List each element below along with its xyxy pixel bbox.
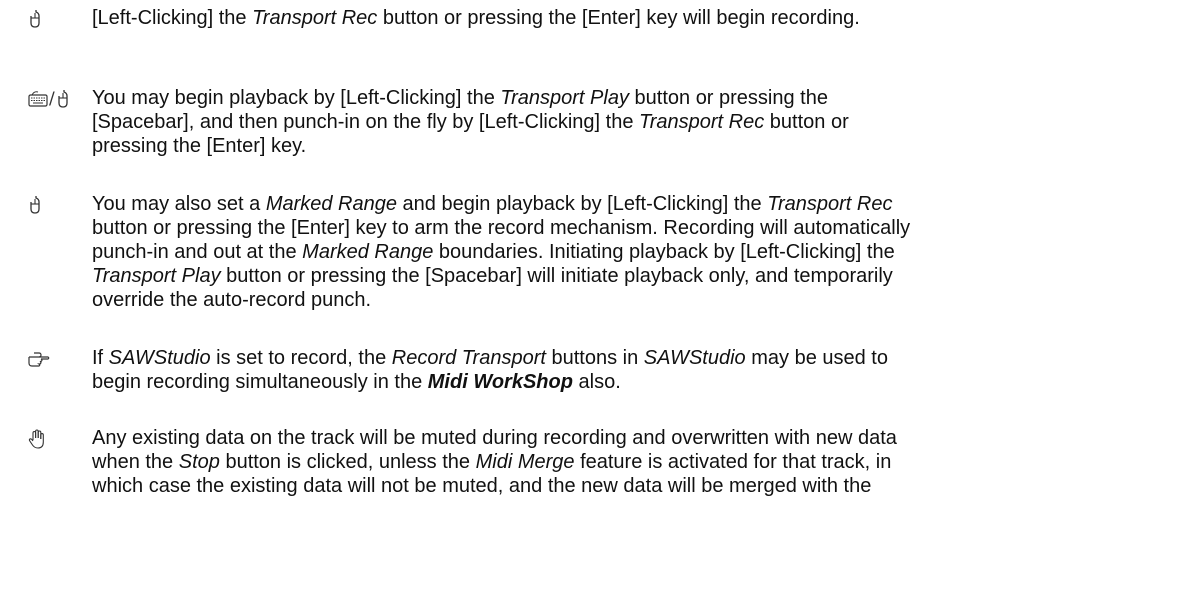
text-line: [Left-Clicking] the Transport Rec button… [92, 7, 860, 29]
keyboard-icon [28, 90, 48, 108]
text-line: [Spacebar], and then punch-in on the fly… [92, 111, 849, 133]
paragraph-text: If SAWStudio is set to record, the Recor… [92, 346, 1182, 394]
keyboard-mouse-icons: / [28, 88, 70, 110]
text-line: You may also set a Marked Range and begi… [92, 193, 893, 215]
mouse-icon [56, 89, 70, 109]
text-line: override the auto-record punch. [92, 289, 372, 311]
paragraph-text: Any existing data on the track will be m… [92, 426, 1182, 498]
text-line: begin recording simultaneously in the Mi… [92, 371, 621, 393]
mouse-icon [28, 8, 42, 30]
mouse-icon [28, 194, 42, 216]
text-line: Any existing data on the track will be m… [92, 427, 897, 449]
paragraph-text: [Left-Clicking] the Transport Rec button… [92, 6, 1182, 30]
text-line: If SAWStudio is set to record, the Recor… [92, 347, 888, 369]
pointing-hand-icon [28, 348, 50, 370]
text-line: Transport Play button or pressing the [S… [92, 265, 893, 287]
paragraph-text: You may begin playback by [Left-Clicking… [92, 86, 1182, 158]
text-line: when the Stop button is clicked, unless … [92, 451, 892, 473]
icon-separator: / [49, 89, 55, 109]
text-line: You may begin playback by [Left-Clicking… [92, 87, 828, 109]
paragraph-text: You may also set a Marked Range and begi… [92, 192, 1182, 312]
text-line: punch-in and out at the Marked Range bou… [92, 241, 895, 263]
text-line: button or pressing the [Enter] key to ar… [92, 217, 911, 239]
text-line: pressing the [Enter] key. [92, 135, 307, 157]
manual-page: [Left-Clicking] the Transport Rec button… [0, 0, 1204, 594]
hand-stop-icon [28, 428, 46, 450]
text-line: which case the existing data will not be… [92, 475, 872, 497]
